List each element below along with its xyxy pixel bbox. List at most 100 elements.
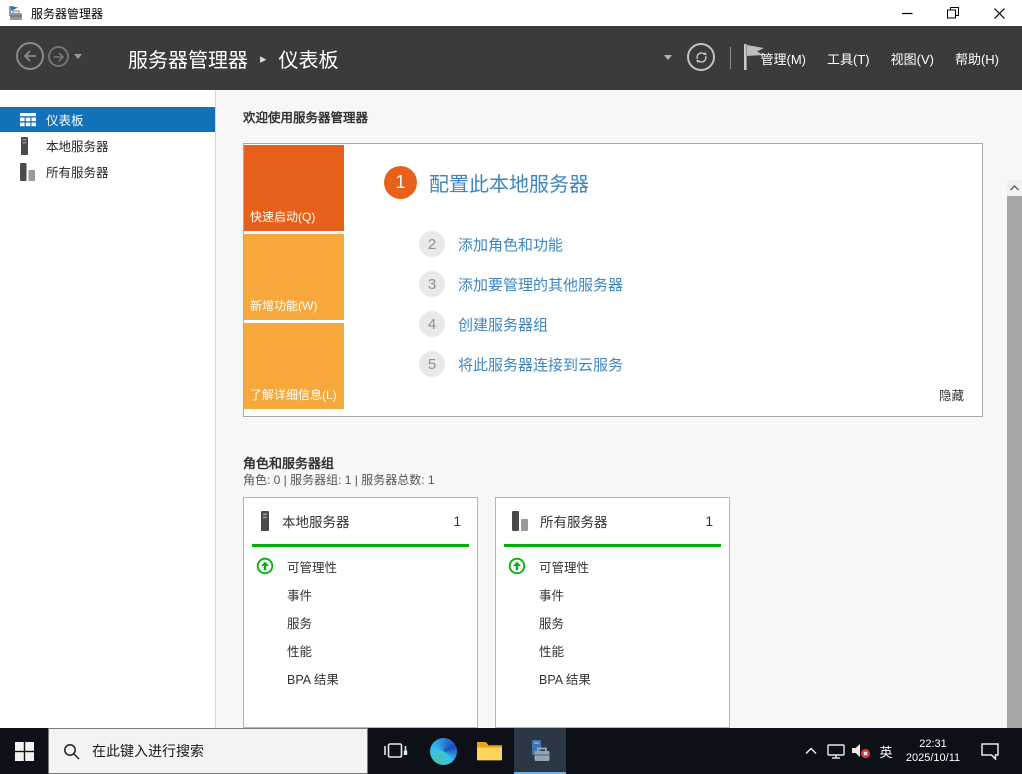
search-dropdown-caret-icon[interactable] — [664, 55, 672, 60]
taskbar-search-input[interactable] — [92, 743, 332, 759]
server-count: 1 — [453, 513, 461, 529]
local-server-icon — [261, 511, 269, 531]
all-servers-icon — [512, 511, 528, 531]
card-title-link[interactable]: 本地服务器 — [282, 511, 350, 531]
sidebar: 仪表板 本地服务器 所有服务器 — [0, 90, 216, 728]
card-row-label: 事件 — [287, 588, 313, 603]
menu-manage[interactable]: 管理(M) — [761, 49, 807, 68]
sidebar-item-local-server[interactable]: 本地服务器 — [0, 133, 215, 158]
card-row-label: 可管理性 — [539, 560, 590, 575]
step-connect-cloud[interactable]: 5 将此服务器连接到云服务 — [419, 351, 623, 377]
breadcrumb-root[interactable]: 服务器管理器 — [128, 44, 248, 73]
restore-button[interactable] — [930, 0, 976, 26]
card-row-bpa-results[interactable]: BPA 结果 — [244, 664, 477, 692]
card-row-label: 性能 — [539, 644, 565, 659]
roles-section-stats: 角色: 0 | 服务器组: 1 | 服务器总数: 1 — [243, 473, 435, 487]
back-button[interactable] — [16, 42, 44, 70]
forward-button[interactable] — [48, 46, 69, 67]
edge-browser-button[interactable] — [420, 728, 466, 774]
tray-volume-button[interactable] — [848, 728, 874, 774]
card-row-events[interactable]: 事件 — [496, 580, 729, 608]
card-row-label: BPA 结果 — [539, 672, 591, 687]
tile-quick-start[interactable]: 快速启动(Q) — [244, 145, 344, 231]
card-row-performance[interactable]: 性能 — [496, 636, 729, 664]
manageability-up-icon — [256, 557, 274, 575]
step-link[interactable]: 配置此本地服务器 — [429, 168, 589, 197]
menu-help[interactable]: 帮助(H) — [955, 49, 999, 68]
card-row-label: 可管理性 — [287, 560, 338, 575]
sidebar-item-dashboard[interactable]: 仪表板 — [0, 107, 215, 132]
card-row-label: BPA 结果 — [287, 672, 339, 687]
close-button[interactable] — [976, 0, 1022, 26]
step-add-roles-features[interactable]: 2 添加角色和功能 — [419, 231, 563, 257]
scrollbar-thumb[interactable] — [1007, 196, 1022, 774]
tile-label: 快速启动(Q) — [250, 210, 316, 224]
card-title-link[interactable]: 所有服务器 — [540, 511, 608, 531]
step-configure-local-server[interactable]: 1 配置此本地服务器 — [384, 166, 589, 199]
restore-icon — [947, 7, 959, 19]
breadcrumb: 服务器管理器 ▸ 仪表板 — [128, 26, 339, 90]
step-link[interactable]: 创建服务器组 — [458, 314, 548, 335]
tray-ime-indicator[interactable]: 英 — [874, 728, 898, 774]
refresh-button[interactable] — [687, 43, 715, 71]
server-count: 1 — [705, 513, 713, 529]
taskbar-search-box[interactable] — [48, 728, 368, 774]
card-row-performance[interactable]: 性能 — [244, 636, 477, 664]
tile-whats-new[interactable]: 新增功能(W) — [244, 234, 344, 320]
action-center-icon — [981, 743, 999, 760]
step-link[interactable]: 将此服务器连接到云服务 — [458, 354, 623, 375]
card-header: 本地服务器 1 — [244, 498, 477, 544]
card-header: 所有服务器 1 — [496, 498, 729, 544]
speaker-muted-icon — [852, 744, 871, 759]
step-link[interactable]: 添加要管理的其他服务器 — [458, 274, 623, 295]
sidebar-item-label: 仪表板 — [46, 114, 84, 128]
card-row-label: 服务 — [287, 616, 313, 631]
server-manager-taskbar-button[interactable] — [514, 728, 566, 774]
sidebar-item-label: 所有服务器 — [46, 166, 109, 180]
card-row-services[interactable]: 服务 — [244, 608, 477, 636]
menubar: 管理(M) 工具(T) 视图(V) 帮助(H) — [761, 26, 1000, 90]
history-caret-icon[interactable] — [74, 54, 82, 59]
step-create-server-group[interactable]: 4 创建服务器组 — [419, 311, 548, 337]
sidebar-item-all-servers[interactable]: 所有服务器 — [0, 159, 215, 184]
server-manager-icon — [531, 739, 549, 761]
tile-learn-more[interactable]: 了解详细信息(L) — [244, 323, 344, 409]
tile-label: 新增功能(W) — [250, 299, 318, 313]
roles-section-title: 角色和服务器组 — [243, 456, 335, 471]
step-number-badge: 3 — [419, 271, 445, 297]
forward-arrow-icon — [53, 51, 64, 62]
tray-show-hidden-icons-button[interactable] — [800, 728, 822, 774]
action-center-button[interactable] — [972, 728, 1008, 774]
minimize-button[interactable] — [884, 0, 930, 26]
welcome-heading: 欢迎使用服务器管理器 — [243, 111, 369, 125]
task-view-button[interactable] — [372, 728, 418, 774]
server-manager-app-icon — [9, 6, 22, 20]
card-row-bpa-results[interactable]: BPA 结果 — [496, 664, 729, 692]
file-explorer-button[interactable] — [466, 728, 512, 774]
step-link[interactable]: 添加角色和功能 — [458, 234, 563, 255]
clock-date: 2025/10/11 — [905, 752, 961, 764]
menu-tools[interactable]: 工具(T) — [827, 49, 870, 68]
card-row-manageability[interactable]: 可管理性 — [244, 552, 477, 580]
card-row-label: 事件 — [539, 588, 565, 603]
menu-view[interactable]: 视图(V) — [891, 49, 934, 68]
card-row-manageability[interactable]: 可管理性 — [496, 552, 729, 580]
main-content: 欢迎使用服务器管理器 快速启动(Q) 新增功能(W) 了解详细信息(L) 1 配… — [216, 90, 1022, 774]
start-button[interactable] — [0, 728, 48, 774]
step-add-other-servers[interactable]: 3 添加要管理的其他服务器 — [419, 271, 623, 297]
welcome-panel: 快速启动(Q) 新增功能(W) 了解详细信息(L) 1 配置此本地服务器 2 添… — [243, 143, 983, 417]
card-row-services[interactable]: 服务 — [496, 608, 729, 636]
tray-clock[interactable]: 22:31 2025/10/11 — [898, 728, 968, 774]
card-row-events[interactable]: 事件 — [244, 580, 477, 608]
step-number-badge: 1 — [384, 166, 417, 199]
search-icon — [64, 743, 80, 760]
scrollbar-up-arrow-icon[interactable] — [1007, 180, 1022, 196]
ime-label: 英 — [879, 744, 893, 760]
hide-welcome-link[interactable]: 隐藏 — [939, 385, 964, 404]
local-server-icon — [20, 136, 37, 155]
card-local-server: 本地服务器 1 可管理性 事件 服务 性能 BPA 结果 — [243, 497, 478, 728]
tray-network-button[interactable] — [824, 728, 848, 774]
vertical-scrollbar[interactable] — [1007, 180, 1022, 774]
network-icon — [827, 743, 845, 759]
navbar: 服务器管理器 ▸ 仪表板 管理(M) 工具(T) 视图(V) 帮助(H) — [0, 26, 1022, 94]
